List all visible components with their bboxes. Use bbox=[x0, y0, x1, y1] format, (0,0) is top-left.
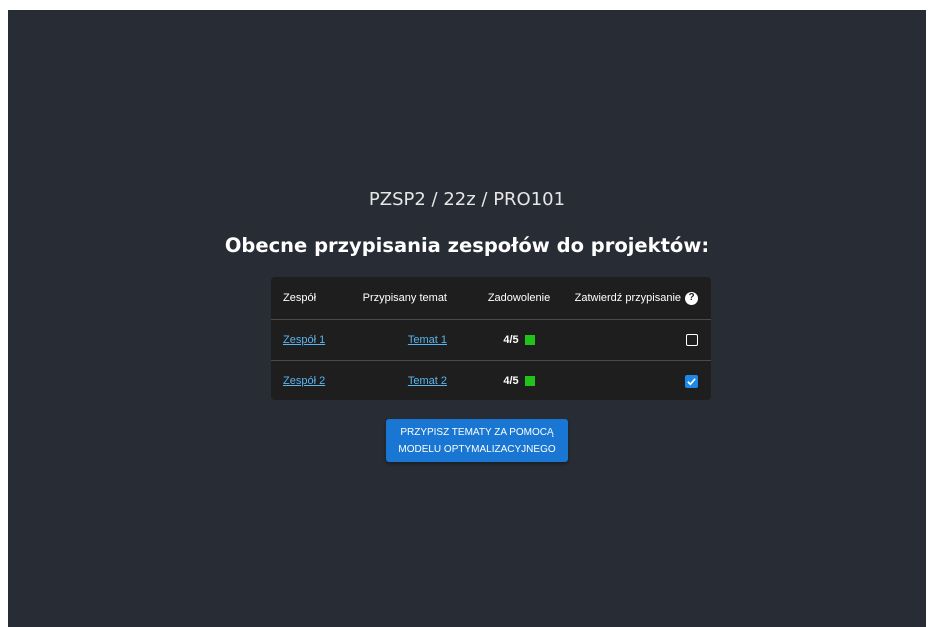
header-satisfaction: Zadowolenie bbox=[487, 292, 551, 304]
help-circle-icon[interactable]: ? bbox=[685, 291, 698, 305]
header-confirm-label: Zatwierdź przypisanie bbox=[574, 292, 681, 304]
header-topic: Przypisany temat bbox=[362, 292, 447, 304]
assign-button-line1: PRZYPISZ TEMATY ZA POMOCĄ bbox=[400, 426, 554, 438]
confirm-checkbox-1[interactable] bbox=[686, 334, 698, 346]
satisfaction-cell: 4/5 bbox=[479, 320, 559, 360]
table-row: Zespół 1 Temat 1 4/5 bbox=[271, 320, 711, 361]
satisfaction-value: 4/5 bbox=[503, 375, 519, 387]
satisfaction-indicator bbox=[524, 376, 535, 386]
satisfaction-cell: 4/5 bbox=[479, 361, 559, 401]
satisfaction-indicator bbox=[524, 335, 535, 345]
topic-link-1[interactable]: Temat 1 bbox=[408, 334, 447, 346]
team-link-1[interactable]: Zespół 1 bbox=[283, 334, 325, 346]
checkmark-icon bbox=[687, 377, 696, 385]
header-team: Zespół bbox=[283, 292, 317, 304]
team-link-2[interactable]: Zespół 2 bbox=[283, 375, 325, 387]
app-container: PZSP2 / 22z / PRO101 Obecne przypisania … bbox=[8, 10, 926, 627]
assignments-table: Zespół Przypisany temat Zadowolenie Zatw… bbox=[271, 277, 711, 400]
header-confirm: Zatwierdź przypisanie ? bbox=[575, 277, 698, 319]
assign-topics-button[interactable]: PRZYPISZ TEMATY ZA POMOCĄ MODELU OPTYMAL… bbox=[386, 419, 568, 462]
page-title: Obecne przypisania zespołów do projektów… bbox=[224, 234, 710, 257]
assign-button-line2: MODELU OPTYMALIZACYJNEGO bbox=[398, 443, 556, 455]
table-header-row: Zespół Przypisany temat Zadowolenie Zatw… bbox=[271, 277, 711, 320]
table-row: Zespół 2 Temat 2 4/5 bbox=[271, 361, 711, 401]
topic-link-2[interactable]: Temat 2 bbox=[408, 375, 447, 387]
breadcrumb: PZSP2 / 22z / PRO101 bbox=[368, 189, 566, 210]
satisfaction-value: 4/5 bbox=[503, 334, 519, 346]
confirm-checkbox-2[interactable] bbox=[685, 374, 698, 388]
